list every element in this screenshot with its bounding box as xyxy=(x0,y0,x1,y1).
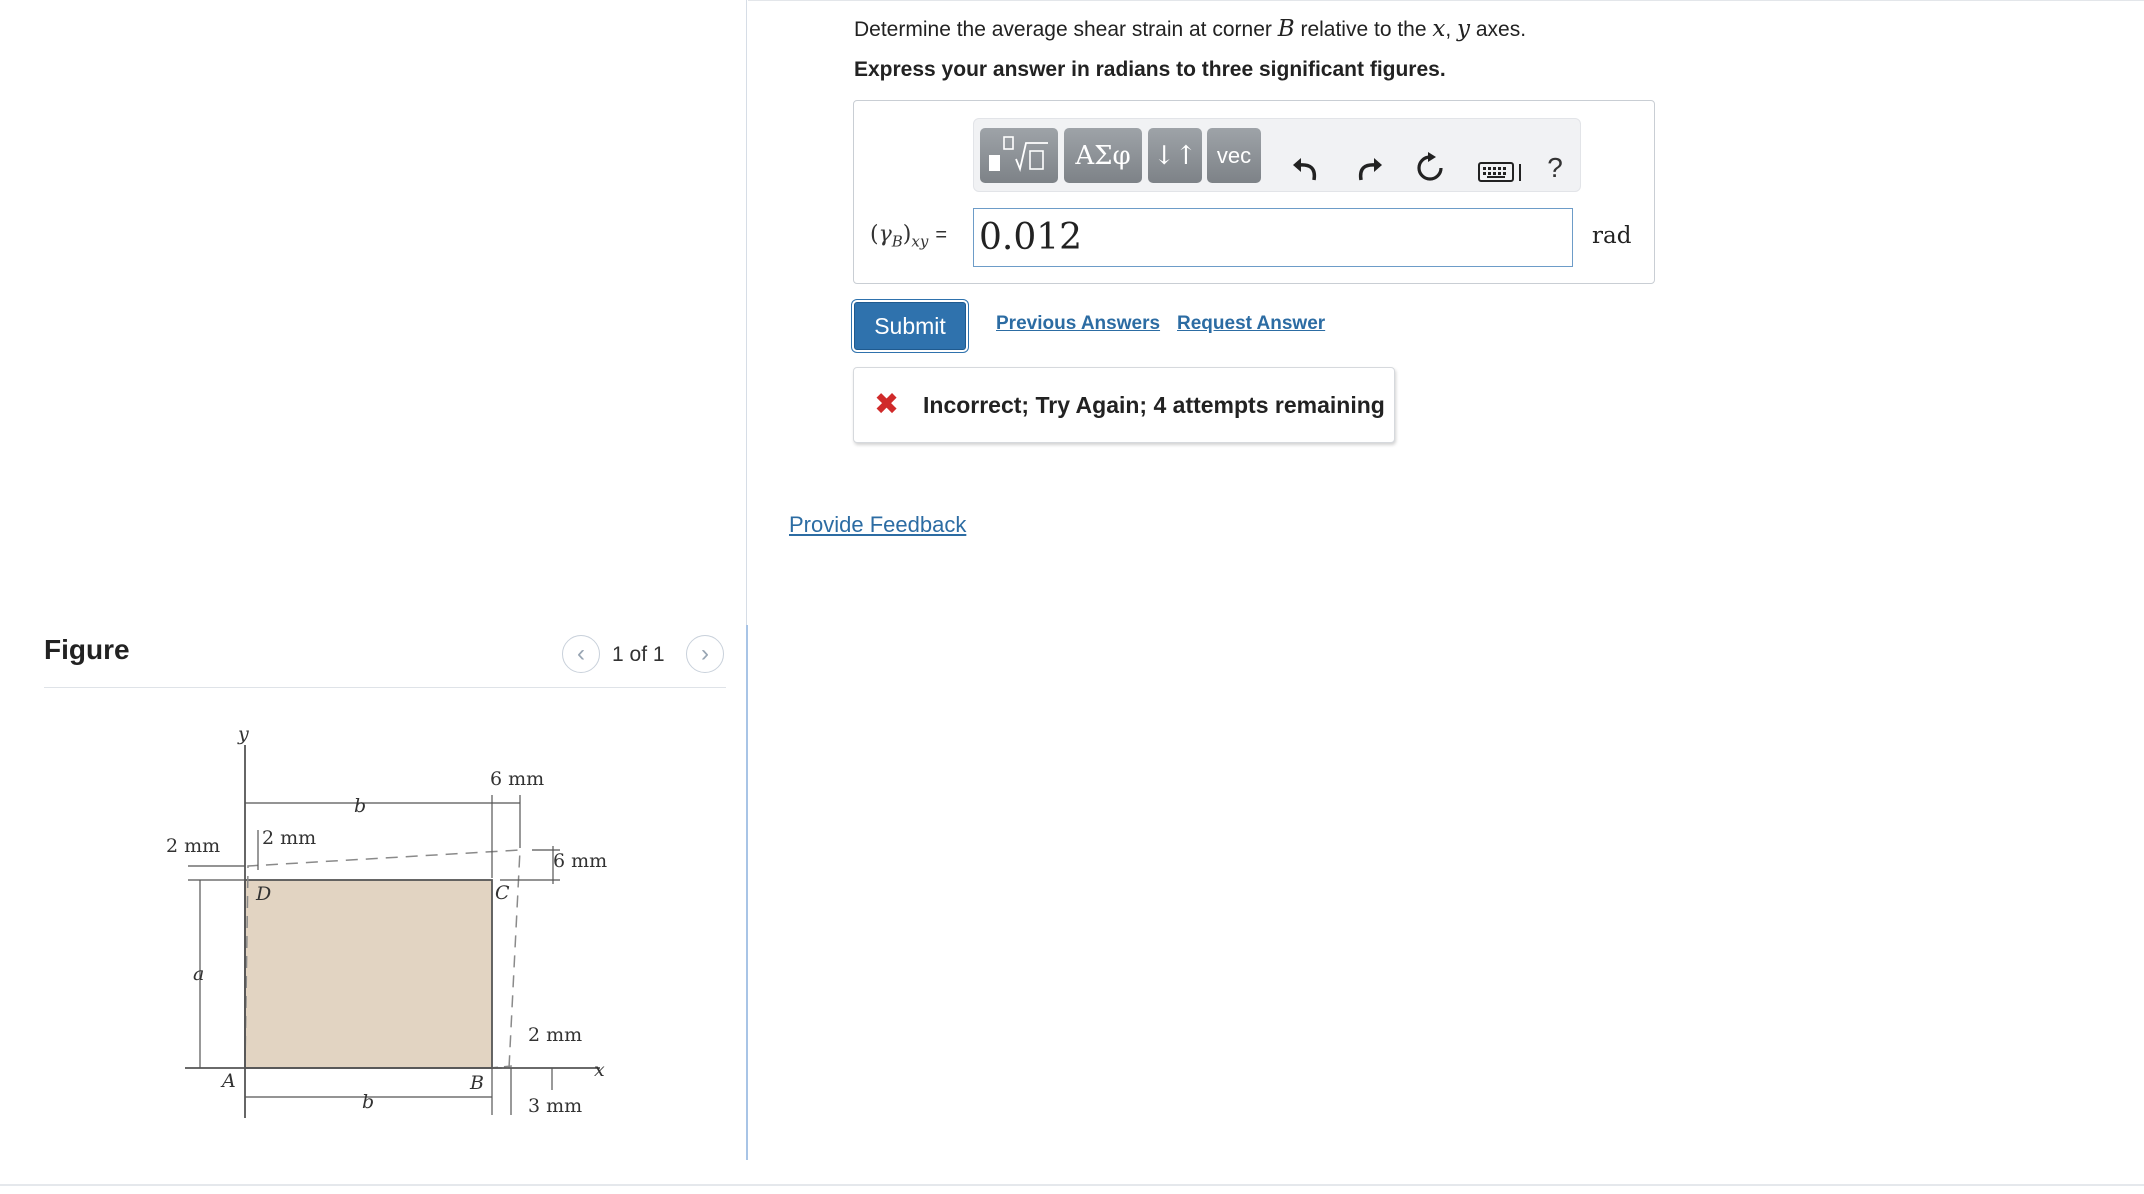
answer-label: (γB)xy = xyxy=(870,222,947,250)
axis-y-symbol: y xyxy=(1457,16,1471,42)
x-axis-label: x xyxy=(594,1059,605,1081)
reset-icon[interactable] xyxy=(1410,148,1450,188)
redo-icon[interactable] xyxy=(1350,148,1390,188)
question-text: Determine the average shear strain at co… xyxy=(854,16,1526,42)
shear-strain-figure: y x b b a 6 mm 2 mm 2 mm 6 mm 2 mm 3 mm … xyxy=(166,723,607,1118)
request-answer-link[interactable]: Request Answer xyxy=(1177,313,1325,335)
greek-symbols-button[interactable]: ΑΣφ xyxy=(1064,128,1142,183)
chevron-left-icon: ‹ xyxy=(577,640,585,667)
answer-input[interactable] xyxy=(973,208,1573,267)
question-text-part: , xyxy=(1445,18,1452,41)
templates-button[interactable] xyxy=(980,128,1058,183)
help-icon[interactable]: ? xyxy=(1535,148,1575,188)
answer-variable: (γB)xy xyxy=(870,222,929,251)
next-figure-button[interactable]: › xyxy=(686,635,724,673)
corner-symbol: B xyxy=(1277,16,1295,42)
figure-heading: Figure xyxy=(44,634,130,665)
corner-c-label: C xyxy=(495,882,510,904)
left-2mm-label: 2 mm xyxy=(166,835,220,857)
submit-button[interactable]: Submit xyxy=(854,302,966,350)
top-divider xyxy=(748,0,2144,1)
keyboard-icon[interactable] xyxy=(1474,152,1530,192)
question-text-part: axes. xyxy=(1470,18,1527,41)
question-text-part: relative to the xyxy=(1294,18,1433,41)
corner-b-label: B xyxy=(469,1072,484,1094)
close-icon: ✖ xyxy=(874,388,900,421)
inner-2mm-label: 2 mm xyxy=(262,827,316,849)
question-text-part: Determine the average shear strain at co… xyxy=(854,18,1278,41)
corner-a-label: A xyxy=(220,1070,236,1092)
chevron-right-icon: › xyxy=(701,640,709,667)
axis-x-symbol: x xyxy=(1432,16,1446,42)
feedback-message: Incorrect; Try Again; 4 attempts remaini… xyxy=(923,392,1385,418)
templates-icon xyxy=(989,135,1048,172)
side-b-top-label: b xyxy=(354,795,366,817)
corner-d-label: D xyxy=(255,883,271,905)
vector-button[interactable]: vec xyxy=(1207,128,1261,183)
instruction-text: Express your answer in radians to three … xyxy=(854,58,1446,81)
equals-sign: = xyxy=(935,224,947,246)
top-6mm-label: 6 mm xyxy=(490,768,544,790)
arrows-button[interactable]: ↓↑ xyxy=(1148,128,1202,183)
right-2mm-label: 2 mm xyxy=(528,1024,582,1046)
pane-resize-handle[interactable] xyxy=(746,625,748,1160)
figure-page-indicator: 1 of 1 xyxy=(612,643,665,666)
y-axis-label: y xyxy=(237,723,249,745)
right-6mm-label: 6 mm xyxy=(553,850,607,872)
bottom-3mm-label: 3 mm xyxy=(528,1095,582,1117)
unit-label: rad xyxy=(1592,223,1632,249)
side-a-label: a xyxy=(193,963,204,985)
figure-header-rule xyxy=(44,687,726,688)
side-b-bottom-label: b xyxy=(362,1091,374,1113)
plate-undeformed xyxy=(244,879,493,1069)
previous-answers-link[interactable]: Previous Answers xyxy=(996,313,1160,335)
previous-figure-button[interactable]: ‹ xyxy=(562,635,600,673)
provide-feedback-link[interactable]: Provide Feedback xyxy=(789,512,966,538)
undo-icon[interactable] xyxy=(1285,148,1325,188)
